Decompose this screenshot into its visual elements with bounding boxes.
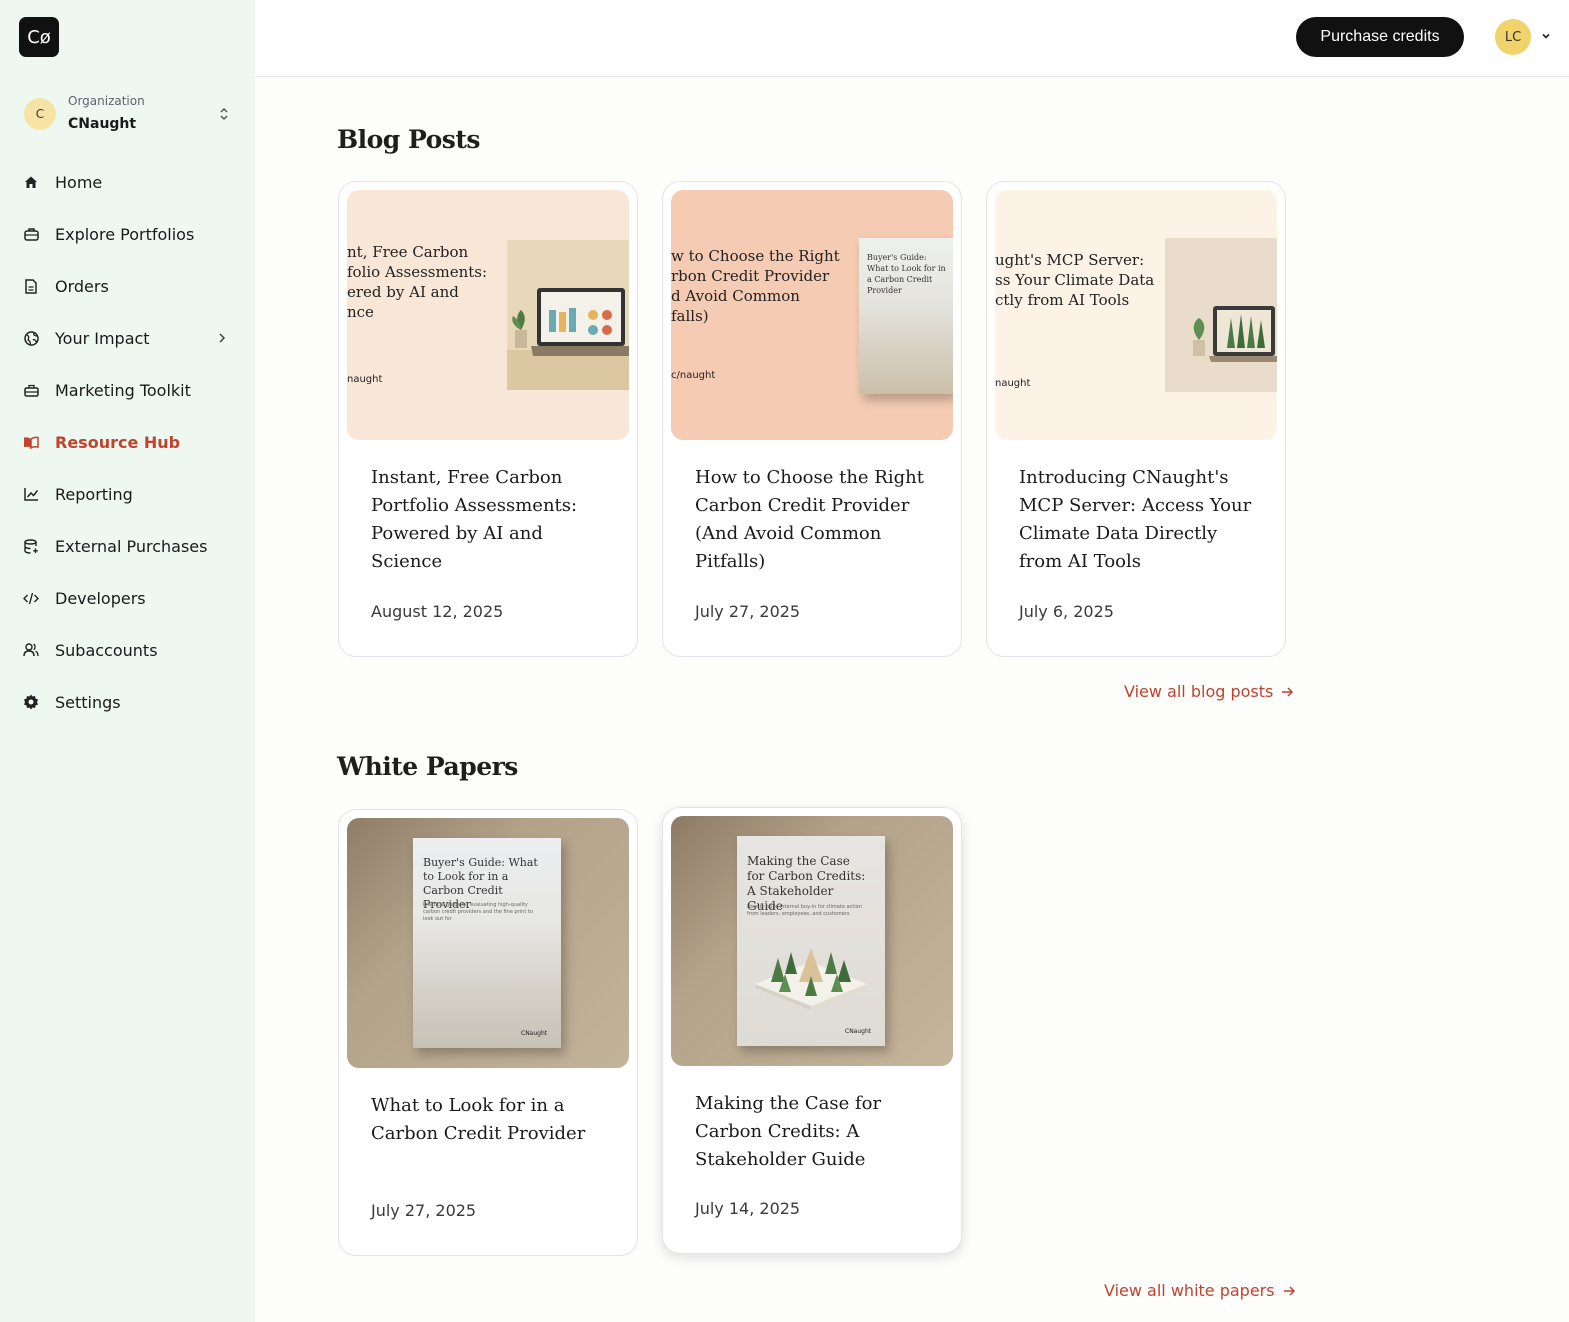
arrow-right-icon: [1282, 686, 1294, 697]
sidebar-item-external-purchases[interactable]: External Purchases: [0, 520, 255, 572]
sidebar-item-reporting[interactable]: Reporting: [0, 468, 255, 520]
purchase-credits-button[interactable]: Purchase credits: [1296, 17, 1464, 57]
blog-post-date: July 6, 2025: [1019, 602, 1114, 621]
organization-name: CNaught: [68, 116, 137, 132]
sidebar-item-explore-portfolios[interactable]: Explore Portfolios: [0, 208, 255, 260]
sidebar-item-settings[interactable]: Settings: [0, 676, 255, 728]
guide-book-cover: Buyer's Guide: What to Look for in a Car…: [859, 238, 953, 394]
blog-post-title: How to Choose the Right Carbon Credit Pr…: [695, 467, 924, 572]
thumbnail-headline: nt, Free Carbon folio Assessments: ered …: [347, 243, 488, 321]
blog-post-thumbnail: w to Choose the Right rbon Credit Provid…: [671, 190, 953, 440]
sidebar-item-label: Reporting: [55, 484, 133, 504]
blog-post-date: August 12, 2025: [371, 602, 504, 621]
sidebar-item-label: Developers: [55, 588, 146, 608]
sidebar-item-developers[interactable]: Developers: [0, 572, 255, 624]
white-paper-card[interactable]: Making the Case for Carbon Credits: A St…: [662, 807, 962, 1254]
thumbnail-brand: naught: [995, 378, 1031, 389]
blog-post-card[interactable]: nt, Free Carbon folio Assessments: ered …: [338, 181, 638, 657]
arrow-right-icon: [1283, 1285, 1295, 1296]
home-icon: [23, 174, 39, 190]
sidebar-item-label: Settings: [55, 692, 121, 712]
sidebar-item-orders[interactable]: Orders: [0, 260, 255, 312]
blog-post-title: Instant, Free Carbon Portfolio Assessmen…: [371, 467, 578, 572]
white-papers-heading: White Papers: [337, 752, 518, 781]
blog-post-thumbnail: ught's MCP Server: ss Your Climate Data …: [995, 190, 1277, 440]
sidebar-item-label: Your Impact: [55, 328, 150, 348]
sidebar-item-label: Subaccounts: [55, 640, 158, 660]
document-icon: [23, 278, 39, 294]
chevron-right-icon: [219, 333, 226, 343]
thumbnail-headline: w to Choose the Right rbon Credit Provid…: [671, 247, 840, 325]
database-plus-icon: [23, 538, 39, 554]
blog-posts-heading: Blog Posts: [337, 125, 481, 154]
globe-icon: [23, 330, 39, 346]
sidebar-item-marketing-toolkit[interactable]: Marketing Toolkit: [0, 364, 255, 416]
blog-post-thumbnail: nt, Free Carbon folio Assessments: ered …: [347, 190, 629, 440]
briefcase-icon: [23, 226, 39, 242]
white-paper-title: Making the Case for Carbon Credits: A St…: [695, 1093, 882, 1170]
sidebar-item-label: Explore Portfolios: [55, 224, 195, 244]
chart-line-icon: [23, 486, 39, 502]
sidebar-item-label: External Purchases: [55, 536, 208, 556]
blog-post-card[interactable]: ught's MCP Server: ss Your Climate Data …: [986, 181, 1286, 657]
sidebar-item-your-impact[interactable]: Your Impact: [0, 312, 255, 364]
organization-avatar: C: [24, 98, 56, 130]
chevron-down-icon[interactable]: [1540, 30, 1552, 42]
laptop-photo: [507, 240, 629, 390]
white-paper-card[interactable]: Buyer's Guide: What to Look for in a Car…: [338, 809, 638, 1256]
sidebar-item-subaccounts[interactable]: Subaccounts: [0, 624, 255, 676]
view-all-white-papers-label: View all white papers: [1104, 1281, 1275, 1300]
gear-icon: [23, 694, 39, 710]
guide-book-cover: Buyer's Guide: What to Look for in a Car…: [413, 838, 561, 1048]
white-paper-thumbnail: Buyer's Guide: What to Look for in a Car…: [347, 818, 629, 1068]
sidebar-nav: Home Explore Portfolios Orders Your Impa…: [0, 156, 255, 728]
white-paper-title: What to Look for in a Carbon Credit Prov…: [371, 1095, 586, 1144]
laptop-photo: [1165, 238, 1277, 392]
forest-illustration: [755, 948, 867, 1010]
view-all-blog-posts-link[interactable]: View all blog posts: [1124, 682, 1294, 701]
top-header: Purchase credits LC: [255, 0, 1569, 77]
sidebar-item-label: Home: [55, 172, 103, 192]
thumbnail-brand: c/naught: [671, 370, 716, 381]
brand-logo[interactable]: Cø: [19, 17, 59, 57]
view-all-blog-posts-label: View all blog posts: [1124, 682, 1274, 701]
white-paper-thumbnail: Making the Case for Carbon Credits: A St…: [671, 816, 953, 1066]
sidebar-item-label: Orders: [55, 276, 109, 296]
sidebar-item-label: Resource Hub: [55, 432, 181, 452]
organization-switcher[interactable]: C Organization CNaught: [24, 92, 234, 136]
blog-post-date: July 27, 2025: [695, 602, 801, 621]
blog-post-title: Introducing CNaught's MCP Server: Access…: [1019, 467, 1252, 572]
book-open-icon: [23, 434, 39, 450]
sidebar: Cø C Organization CNaught Home Explore P…: [0, 0, 255, 1322]
users-icon: [23, 642, 39, 658]
organization-label: Organization: [68, 94, 145, 108]
view-all-white-papers-link[interactable]: View all white papers: [1104, 1281, 1296, 1300]
sidebar-item-home[interactable]: Home: [0, 156, 255, 208]
sidebar-item-label: Marketing Toolkit: [55, 380, 191, 400]
sidebar-item-resource-hub[interactable]: Resource Hub: [0, 416, 255, 468]
thumbnail-brand: naught: [347, 374, 383, 385]
user-avatar[interactable]: LC: [1495, 19, 1531, 55]
toolbox-icon: [23, 382, 39, 398]
thumbnail-headline: ught's MCP Server: ss Your Climate Data …: [995, 251, 1155, 309]
white-paper-date: July 14, 2025: [695, 1199, 801, 1218]
guide-book-cover: Making the Case for Carbon Credits: A St…: [737, 836, 885, 1046]
code-icon: [23, 590, 39, 606]
blog-post-card[interactable]: w to Choose the Right rbon Credit Provid…: [662, 181, 962, 657]
chevron-up-down-icon: [220, 107, 228, 121]
white-paper-date: July 27, 2025: [371, 1201, 477, 1220]
